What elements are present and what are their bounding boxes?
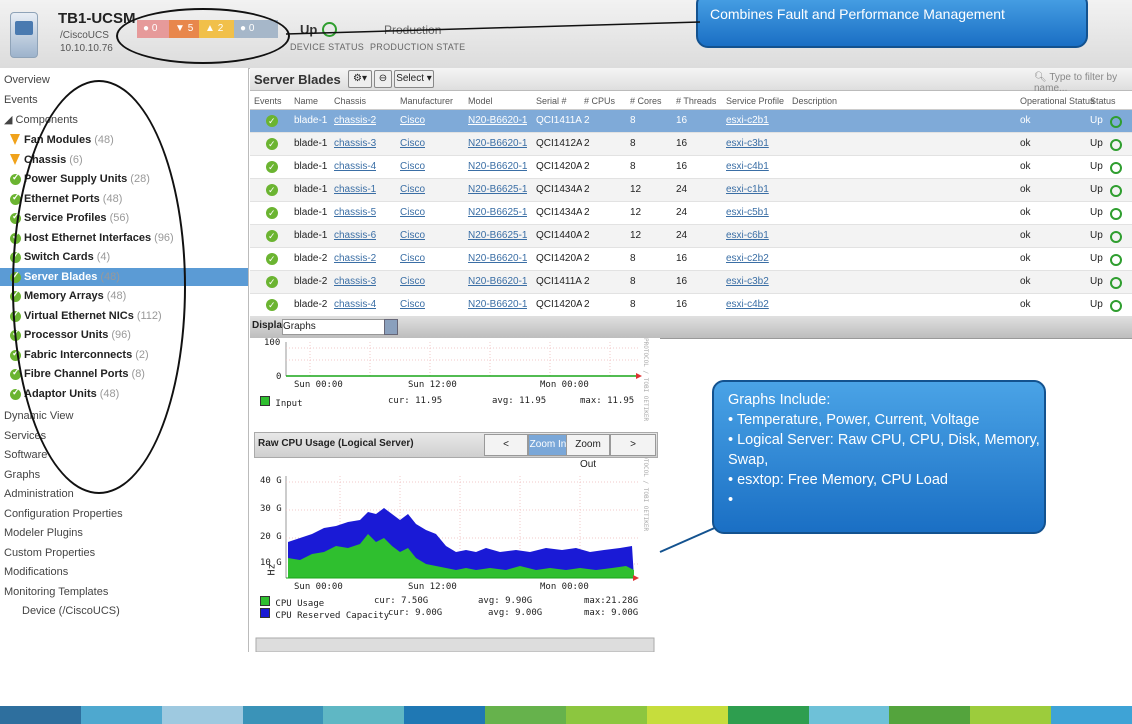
stripe-segment	[0, 706, 81, 724]
stripe-segment	[404, 706, 486, 724]
callout-graphs-text: Graphs Include: • Temperature, Power, Cu…	[728, 392, 1040, 508]
stripe-segment	[80, 706, 162, 724]
stripe-segment	[808, 706, 890, 724]
callout-graphs-include: Graphs Include: • Temperature, Power, Cu…	[712, 380, 1046, 534]
stripe-segment	[566, 706, 647, 724]
stripe-segment	[970, 706, 1052, 724]
stripe-segment	[1051, 706, 1132, 724]
stripe-segment	[323, 706, 405, 724]
stripe-segment	[646, 706, 728, 724]
stripe-segment	[889, 706, 971, 724]
callout-connectors	[285, 21, 761, 553]
connector-top	[285, 21, 701, 35]
stripe-segment	[485, 706, 567, 724]
decorative-color-stripe	[0, 706, 1132, 724]
stripe-segment	[242, 706, 324, 724]
stripe-segment	[161, 706, 243, 724]
stripe-segment	[727, 706, 809, 724]
